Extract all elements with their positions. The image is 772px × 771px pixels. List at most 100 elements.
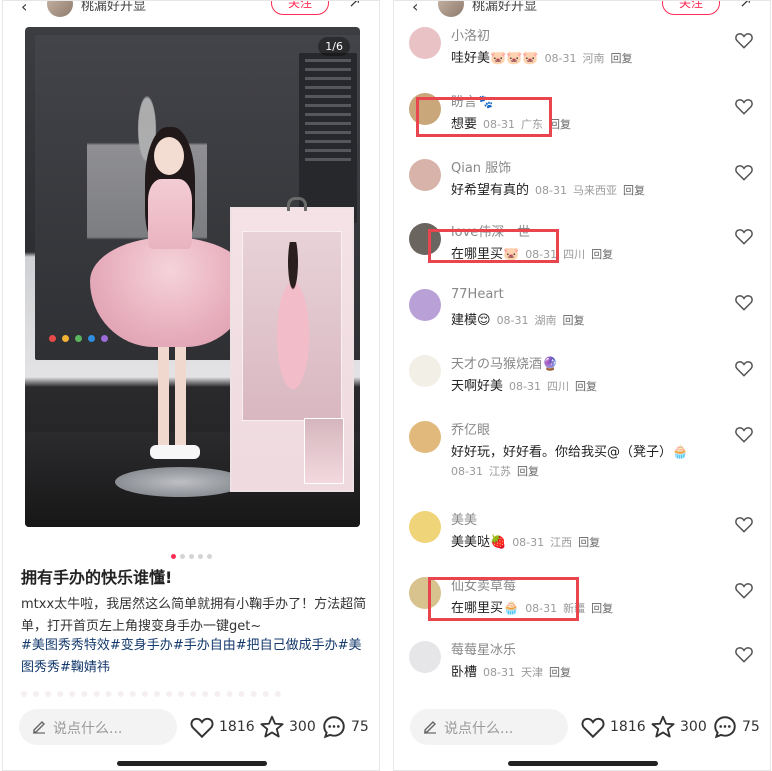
author-name[interactable]: 桃漏好开显: [81, 1, 146, 14]
back-arrow-icon[interactable]: ‹: [21, 1, 27, 16]
commenter-avatar[interactable]: [409, 641, 441, 673]
comments-button[interactable]: 75: [321, 713, 369, 741]
hashtag-link[interactable]: #鞠婧祎: [60, 660, 110, 675]
reply-link[interactable]: 回复: [611, 52, 633, 65]
comment-body: 美美哒🍓 08-31 江西 回复: [451, 531, 600, 550]
hashtag-link[interactable]: #变身手办: [110, 638, 173, 653]
chat-bubble-icon: [714, 716, 736, 739]
pager-dot: [197, 554, 203, 559]
note-tags: #美图秀秀特效#变身手办#手办自由#把自己做成手办#美图秀秀#鞠婧祎: [21, 635, 369, 679]
comment-region: 江苏: [488, 465, 511, 478]
comment-region: 四川: [563, 248, 586, 261]
commenter-avatar[interactable]: [409, 27, 441, 59]
commenter-name[interactable]: Qian 服饰: [451, 157, 511, 176]
comment-date: 08-31: [509, 380, 541, 393]
follow-button[interactable]: 关注: [662, 1, 720, 15]
image-pager: [3, 544, 379, 563]
comment-like-heart-icon[interactable]: [734, 97, 754, 115]
comment-count: 75: [351, 719, 369, 735]
share-icon[interactable]: ↗: [348, 1, 361, 11]
chat-bubble-icon: [323, 716, 345, 739]
comment-text: 哇好美🐷🐷🐷: [451, 51, 539, 66]
comment-region: 马来西亚: [572, 184, 617, 197]
comment-text: 美美哒🍓: [451, 535, 507, 550]
figure-box: [230, 197, 354, 492]
comment-body: 好好玩，好好看。你给我买@（凳子）🧁: [451, 441, 688, 460]
bottom-action-bar: 说点什么... 1816 300 75: [394, 707, 770, 749]
comment-text: 好好玩，好好看。你给我买@（凳子）🧁: [451, 445, 689, 460]
comments-screen: ‹ 桃漏好开显 关注 ↗ 小洛初 哇好美🐷🐷🐷 08-31 河南 回复 盼言🐾 想要 08-3…: [393, 0, 771, 771]
hashtag-link[interactable]: #美图秀秀特效: [21, 638, 110, 653]
comment-body: 建模😌 08-31 湖南 回复: [451, 309, 585, 328]
author-avatar[interactable]: [47, 1, 73, 17]
comment-like-heart-icon[interactable]: [734, 227, 754, 245]
pager-dot: [206, 554, 212, 559]
reply-link[interactable]: 回复: [578, 536, 600, 549]
author-avatar[interactable]: [438, 1, 464, 17]
hashtag-link[interactable]: #把自己做成手办: [236, 638, 338, 653]
comment-region: 四川: [546, 380, 569, 393]
comment-region: 河南: [582, 52, 605, 65]
bottom-action-bar: 说点什么... 1816 300 75: [3, 707, 379, 749]
reply-link[interactable]: 回复: [549, 118, 571, 131]
reply-link[interactable]: 回复: [575, 380, 597, 393]
commenter-name[interactable]: 莓莓星冰乐: [451, 639, 516, 658]
note-title: 拥有手办的快乐谁懂!: [21, 568, 173, 587]
share-icon[interactable]: ↗: [739, 1, 752, 11]
pager-dot: [188, 554, 194, 559]
comment-text: 好希望有真的: [451, 183, 530, 198]
reply-link[interactable]: 回复: [549, 666, 571, 679]
hashtag-link[interactable]: #手办自由: [173, 638, 236, 653]
note-photo[interactable]: 1/6: [25, 27, 360, 527]
comment-like-heart-icon[interactable]: [734, 359, 754, 377]
commenter-avatar[interactable]: [409, 289, 441, 321]
collect-button[interactable]: 300: [650, 713, 707, 741]
comment-like-heart-icon[interactable]: [734, 645, 754, 663]
like-button[interactable]: 1816: [189, 713, 255, 741]
comment-count: 75: [742, 719, 760, 735]
comment-body: 卧槽 08-31 天津 回复: [451, 661, 571, 680]
commenter-avatar[interactable]: [409, 355, 441, 387]
comment-like-heart-icon[interactable]: [734, 515, 754, 533]
back-arrow-icon[interactable]: ‹: [412, 1, 418, 16]
comment-date: 08-31: [483, 666, 515, 679]
collect-button[interactable]: 300: [259, 713, 316, 741]
comment-text: 建模😌: [451, 313, 491, 328]
comment-date: 08-31: [451, 465, 483, 478]
comments-button[interactable]: 75: [712, 713, 760, 741]
commenter-name[interactable]: 77Heart: [451, 287, 504, 302]
author-name[interactable]: 桃漏好开显: [472, 1, 537, 14]
follow-button[interactable]: 关注: [271, 1, 329, 15]
like-button[interactable]: 1816: [580, 713, 646, 741]
comment-text: 天啊好美: [451, 379, 504, 394]
reply-link[interactable]: 回复: [623, 184, 645, 197]
commenter-name[interactable]: 美美: [451, 509, 477, 528]
comment-like-heart-icon[interactable]: [734, 31, 754, 49]
reply-link[interactable]: 回复: [591, 248, 613, 261]
top-bar: ‹ 桃漏好开显 关注 ↗: [394, 1, 770, 17]
comment-like-heart-icon[interactable]: [734, 163, 754, 181]
comment-like-heart-icon[interactable]: [734, 293, 754, 311]
commenter-avatar[interactable]: [409, 421, 441, 453]
reply-link[interactable]: 回复: [517, 465, 539, 478]
commenter-name[interactable]: 乔亿眼: [451, 419, 490, 438]
highlight-box: [428, 577, 579, 621]
commenter-avatar[interactable]: [409, 159, 441, 191]
commenter-name[interactable]: 小洛初: [451, 25, 490, 44]
star-icon: [651, 715, 675, 738]
comment-like-heart-icon[interactable]: [734, 425, 754, 443]
commenter-avatar[interactable]: [409, 511, 441, 543]
comment-input[interactable]: 说点什么...: [410, 709, 568, 745]
top-bar: ‹ 桃漏好开显 关注 ↗: [3, 1, 379, 17]
like-count: 1816: [219, 719, 255, 735]
note-detail-screen: ‹ 桃漏好开显 关注 ↗ 1/6 拥有手办的快乐谁懂! mtxx太牛啦，我居然这…: [2, 0, 380, 771]
comment-date: 08-31: [496, 314, 529, 327]
reply-link[interactable]: 回复: [563, 314, 585, 327]
highlight-box: [428, 229, 559, 263]
heart-icon: [190, 717, 214, 739]
comment-input[interactable]: 说点什么...: [19, 709, 177, 745]
comment-text: 卧槽: [451, 665, 478, 680]
commenter-name[interactable]: 天才の马猴烧酒🔮: [451, 353, 558, 372]
comment-like-heart-icon[interactable]: [734, 581, 754, 599]
reply-link[interactable]: 回复: [591, 602, 613, 615]
